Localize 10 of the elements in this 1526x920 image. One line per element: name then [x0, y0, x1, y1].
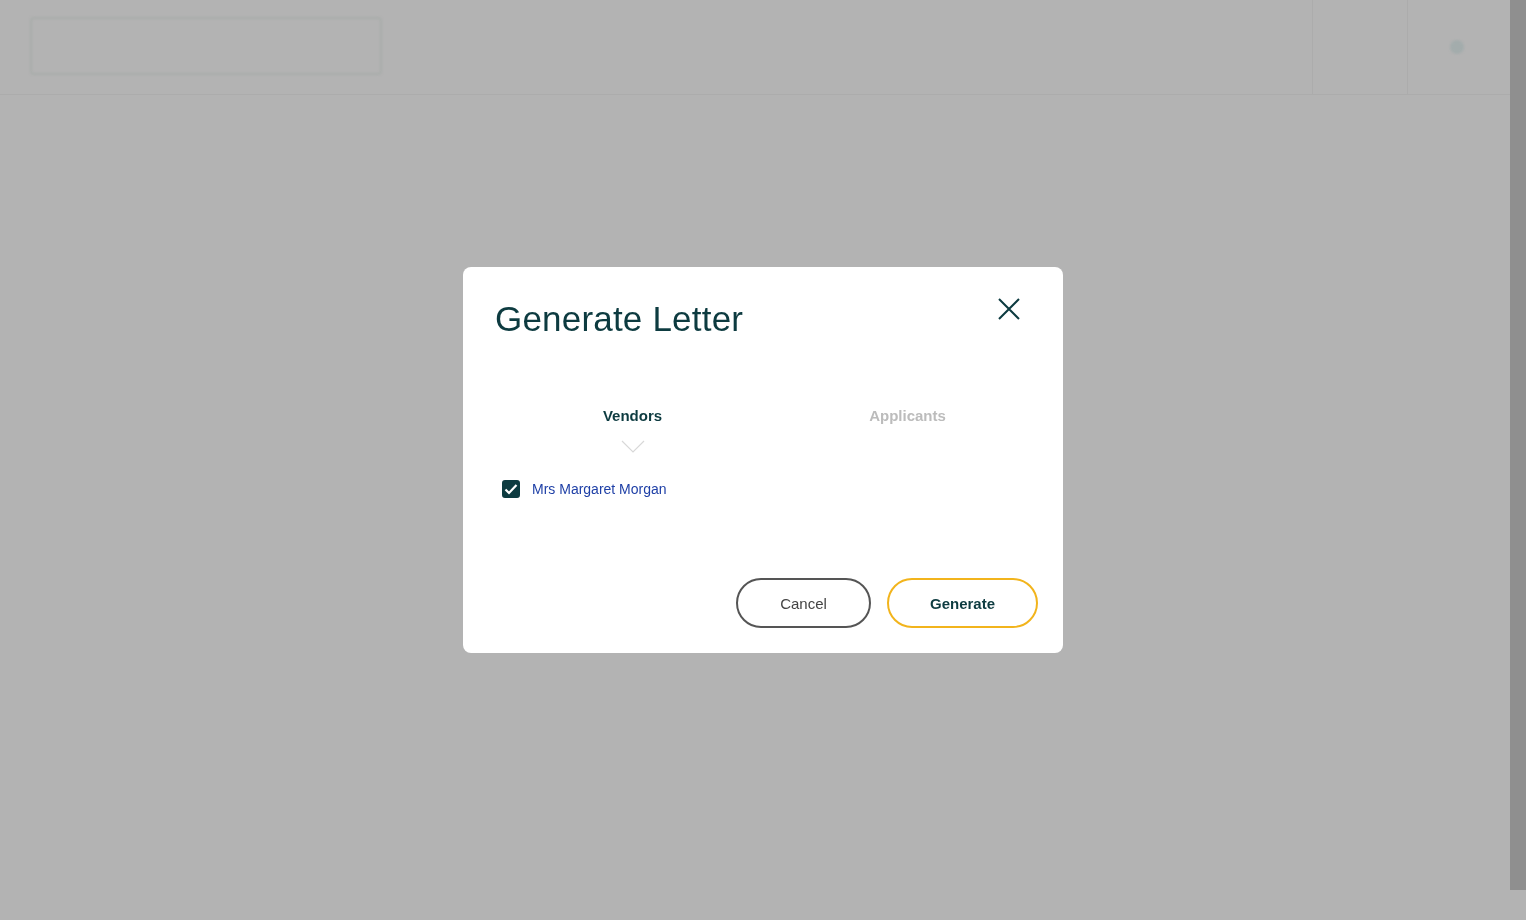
cancel-button[interactable]: Cancel: [736, 578, 871, 628]
close-button[interactable]: [997, 297, 1021, 321]
chevron-down-icon: [620, 440, 645, 453]
close-icon: [997, 297, 1021, 321]
checkbox[interactable]: [502, 480, 520, 498]
tab[interactable]: Vendors: [602, 407, 663, 424]
recipient-name: Mrs Margaret Morgan: [532, 481, 667, 497]
dialog-title: Generate Letter: [495, 299, 744, 339]
generate-button[interactable]: Generate: [887, 578, 1038, 628]
scrollbar[interactable]: [1510, 0, 1526, 890]
